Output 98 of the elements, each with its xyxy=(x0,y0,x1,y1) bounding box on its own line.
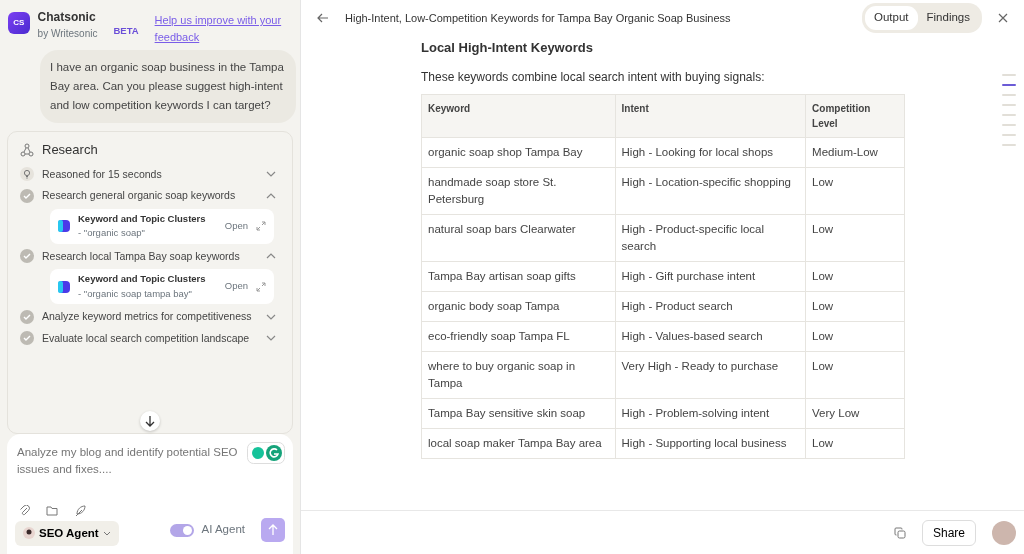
table-cell: organic soap shop Tampa Bay xyxy=(421,137,616,167)
chevron-up-icon[interactable] xyxy=(266,193,276,200)
table-cell: High - Values-based search xyxy=(615,321,806,351)
table-cell: High - Problem-solving intent xyxy=(615,398,806,428)
check-circle-icon xyxy=(20,309,34,324)
table-cell: Medium-Low xyxy=(805,137,905,167)
logo-icon: CS xyxy=(8,12,30,34)
tool-query: - "organic soap tampa bay" xyxy=(78,286,193,301)
scroll-down-button[interactable] xyxy=(140,411,160,431)
research-title: Research xyxy=(42,141,98,159)
arrow-up-icon xyxy=(268,524,278,536)
open-link[interactable]: Open xyxy=(224,279,248,294)
table-cell: Low xyxy=(805,291,905,321)
tool-name: Keyword and Topic Clusters xyxy=(78,272,207,287)
tool-card[interactable]: Keyword and Topic Clusters - "organic soap tampa bay" Open xyxy=(50,269,274,304)
network-icon xyxy=(20,142,34,157)
table-cell: High - Supporting local business xyxy=(615,428,806,458)
grammar-assistant-icon xyxy=(247,442,285,464)
table-cell: eco-friendly soap Tampa FL xyxy=(421,321,616,351)
open-link[interactable]: Open xyxy=(224,219,248,234)
chevron-down-icon[interactable] xyxy=(266,335,276,342)
table-cell: High - Location-specific shopping xyxy=(615,167,806,214)
table-cell: local soap maker Tampa Bay area xyxy=(421,428,616,458)
table-cell: Low xyxy=(805,261,905,291)
caret-icon xyxy=(102,530,111,536)
step-label: Reasoned for 15 seconds xyxy=(42,166,163,182)
outline-marker[interactable] xyxy=(1002,94,1016,96)
arrow-down-icon xyxy=(145,415,155,427)
step-label: Research local Tampa Bay soap keywords xyxy=(42,248,241,264)
user-message: I have an organic soap business in the Tampa Bay area. Can you please suggest high-intent and low competition keywords I can target? xyxy=(40,50,296,123)
chevron-up-icon[interactable] xyxy=(266,253,276,260)
app-byline: by Writesonic xyxy=(37,27,98,41)
view-tab[interactable]: Findings xyxy=(917,6,979,30)
tool-card[interactable]: Keyword and Topic Clusters - "organic soap" Open xyxy=(50,209,274,244)
check-circle-icon xyxy=(20,189,34,204)
tool-icon xyxy=(58,280,70,293)
outline-marker[interactable] xyxy=(1002,74,1016,76)
outline-marker[interactable] xyxy=(1002,134,1016,136)
table-cell: Low xyxy=(805,167,905,214)
table-cell: natural soap bars Clearwater xyxy=(421,214,616,261)
table-cell: Tampa Bay artisan soap gifts xyxy=(421,261,616,291)
table-cell: handmade soap store St. Petersburg xyxy=(421,167,616,214)
lightbulb-icon xyxy=(20,167,34,182)
message-composer[interactable]: Analyze my blog and identify potential SEO issues and fixes.... SEO Agent AI Agent xyxy=(7,434,293,554)
outline-marker[interactable] xyxy=(1002,114,1016,116)
table-cell: High - Product-specific local search xyxy=(615,214,806,261)
back-arrow-icon[interactable] xyxy=(317,13,329,23)
step-label: Research general organic soap keywords xyxy=(42,188,237,204)
copy-icon[interactable] xyxy=(893,526,906,539)
paperclip-icon[interactable] xyxy=(19,504,30,517)
close-icon[interactable] xyxy=(998,13,1008,23)
message-input[interactable]: Analyze my blog and identify potential SEO issues and fixes.... xyxy=(15,442,247,481)
expand-icon xyxy=(256,281,266,292)
chevron-down-icon[interactable] xyxy=(266,171,276,178)
ai-agent-toggle[interactable] xyxy=(169,523,194,537)
table-cell: Very High - Ready to purchase xyxy=(615,351,806,398)
agent-selector[interactable]: SEO Agent xyxy=(15,520,119,546)
column-header: Keyword xyxy=(421,94,616,137)
check-circle-icon xyxy=(20,249,34,264)
table-cell: Low xyxy=(805,214,905,261)
table-cell: High - Looking for local shops xyxy=(615,137,806,167)
feather-icon[interactable] xyxy=(74,504,86,517)
table-cell: Low xyxy=(805,321,905,351)
app-name: Chatsonic xyxy=(37,9,97,26)
agent-avatar-icon xyxy=(23,527,35,540)
outline-marker[interactable] xyxy=(1002,84,1016,86)
check-circle-icon xyxy=(20,331,34,346)
table-cell: where to buy organic soap in Tampa xyxy=(421,351,616,398)
chevron-down-icon[interactable] xyxy=(266,313,276,320)
feedback-link[interactable]: Help us improve with your feedback xyxy=(154,12,292,46)
step-label: Evaluate local search competition landscape xyxy=(42,330,251,346)
section-heading: Local High-Intent Keywords xyxy=(421,39,594,57)
toggle-label: AI Agent xyxy=(201,522,245,538)
send-button[interactable] xyxy=(261,518,285,542)
document-title: High-Intent, Low-Competition Keywords for Tampa Bay Organic Soap Business xyxy=(345,10,732,26)
tool-icon xyxy=(58,220,70,233)
table-cell: High - Product search xyxy=(615,291,806,321)
outline-marker[interactable] xyxy=(1002,104,1016,106)
beta-label: BETA xyxy=(113,24,139,38)
folder-icon[interactable] xyxy=(46,504,58,516)
column-header: Intent xyxy=(615,94,806,137)
table-cell: High - Gift purchase intent xyxy=(615,261,806,291)
column-header: Competition Level xyxy=(805,94,905,137)
table-cell: Low xyxy=(805,428,905,458)
tool-name: Keyword and Topic Clusters xyxy=(78,212,207,226)
intro-text: These keywords combine local search intent with buying signals: xyxy=(421,68,766,86)
table-cell: Very Low xyxy=(805,398,905,428)
table-cell: Low xyxy=(805,351,905,398)
share-button[interactable]: Share xyxy=(921,519,976,546)
expand-icon xyxy=(256,221,266,232)
outline-marker[interactable] xyxy=(1002,124,1016,126)
user-avatar[interactable] xyxy=(992,520,1016,545)
outline-marker[interactable] xyxy=(1002,144,1016,146)
tool-query: - "organic soap" xyxy=(78,226,146,241)
table-cell: organic body soap Tampa xyxy=(421,291,616,321)
step-label: Analyze keyword metrics for competitiveness xyxy=(42,308,253,324)
view-tab[interactable]: Output xyxy=(865,6,918,30)
table-cell: Tampa Bay sensitive skin soap xyxy=(421,398,616,428)
